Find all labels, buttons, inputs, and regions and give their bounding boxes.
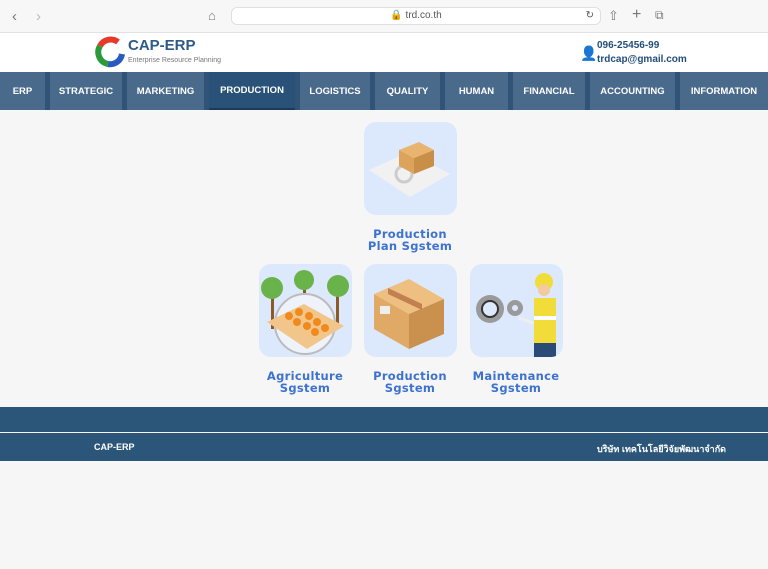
worker-gears-icon (476, 273, 556, 357)
nav-marketing[interactable]: MARKETING (127, 72, 204, 110)
browser-toolbar: ‹ › ⌂ 🔒 trd.co.th ↻ ⇧ + ⧉ (0, 0, 768, 33)
footer: CAP-ERP บริษัท เทคโนโลยีวิจัยพัฒนาจำกัด (0, 433, 768, 461)
nav-quality[interactable]: QUALITY (375, 72, 440, 110)
nav-accounting[interactable]: ACCOUNTING (590, 72, 675, 110)
production-label[interactable]: Production Sgstem (350, 370, 470, 394)
site-header: CAP-ERP Enterprise Resource Planning 👤 0… (0, 33, 768, 72)
email-address[interactable]: trdcap@gmail.com (597, 54, 687, 65)
orange-crate-trees-icon (261, 270, 349, 355)
maintenance-label[interactable]: Maintenance Sgstem (456, 370, 576, 394)
cardboard-box-icon (374, 279, 444, 349)
footer-company: บริษัท เทคโนโลยีวิจัยพัฒนาจำกัด (596, 444, 726, 454)
forward-icon[interactable]: › (36, 8, 41, 25)
phone-number: 096-25456-99 (597, 40, 660, 51)
user-icon: 👤 (580, 45, 598, 61)
logo-icon[interactable] (94, 36, 126, 68)
nav-human[interactable]: HUMAN (445, 72, 508, 110)
production-tile[interactable] (364, 264, 457, 357)
tabs-icon[interactable]: ⧉ (655, 8, 664, 23)
brand-name[interactable]: CAP-ERP (128, 37, 196, 54)
back-icon[interactable]: ‹ (12, 8, 17, 25)
agriculture-tile[interactable] (259, 264, 352, 357)
production-plan-tile[interactable] (364, 122, 457, 215)
nav-financial[interactable]: FINANCIAL (513, 72, 585, 110)
nav-erp[interactable]: ERP (0, 72, 45, 110)
address-bar[interactable]: 🔒 trd.co.th ↻ (231, 7, 601, 25)
agriculture-label[interactable]: Agriculture Sgstem (245, 370, 365, 394)
footer-band (0, 407, 768, 432)
reload-icon[interactable]: ↻ (586, 8, 594, 24)
url-text: trd.co.th (405, 10, 442, 21)
main-nav: ERP STRATEGIC MARKETING PRODUCTION LOGIS… (0, 72, 768, 110)
nav-strategic[interactable]: STRATEGIC (50, 72, 122, 110)
maintenance-tile[interactable] (470, 264, 563, 357)
nav-production[interactable]: PRODUCTION (209, 72, 295, 110)
box-on-platform-icon (369, 142, 450, 197)
nav-information[interactable]: INFORMATION (680, 72, 768, 110)
brand-tagline: Enterprise Resource Planning (128, 57, 221, 64)
share-icon[interactable]: ⇧ (608, 8, 619, 24)
footer-brand: CAP-ERP (94, 442, 135, 452)
new-tab-icon[interactable]: + (632, 6, 641, 24)
home-icon[interactable]: ⌂ (208, 8, 216, 23)
production-plan-label[interactable]: Production Plan Sgstem (350, 228, 470, 252)
nav-logistics[interactable]: LOGISTICS (300, 72, 370, 110)
